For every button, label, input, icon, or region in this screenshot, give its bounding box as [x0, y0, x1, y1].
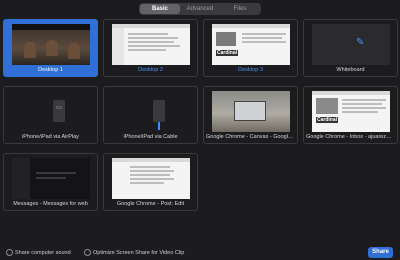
cable-icon	[158, 122, 160, 130]
share-sound-label: Share computer sound	[15, 250, 71, 256]
chrome-inbox-thumbnail: Cardinal	[312, 91, 390, 132]
share-tabs: Basic Advanced Files	[139, 3, 261, 15]
tab-basic[interactable]: Basic	[140, 4, 180, 14]
source-desktop-2[interactable]: Desktop 2	[103, 19, 198, 77]
source-desktop-3[interactable]: Cardinal Desktop 3	[203, 19, 298, 77]
source-desktop-1[interactable]: Desktop 1	[3, 19, 98, 77]
source-airplay[interactable]: ▭ iPhone/iPad via AirPlay	[3, 86, 98, 144]
source-messages[interactable]: Messages - Messages for web	[3, 153, 98, 211]
source-chrome-inbox[interactable]: Cardinal Google Chrome - Inbox - ajuarez…	[303, 86, 398, 144]
source-chrome-post[interactable]: Google Chrome - Post: Edit	[103, 153, 198, 211]
tab-advanced[interactable]: Advanced	[180, 4, 220, 14]
share-footer: Share computer sound Optimize Screen Sha…	[0, 246, 400, 260]
source-label: Google Chrome - Post: Edit	[116, 201, 185, 207]
messages-thumbnail	[12, 158, 90, 199]
source-label: Desktop 1	[38, 67, 63, 73]
airplay-icon: ▭	[53, 100, 65, 122]
chrome-canvas-thumbnail	[212, 91, 290, 132]
source-label: Whiteboard	[336, 67, 365, 73]
share-source-grid: Desktop 1 Desktop 2 Cardinal Desktop 3 ✎	[3, 19, 398, 245]
tab-files[interactable]: Files	[220, 4, 260, 14]
cable-thumbnail	[112, 91, 190, 132]
share-sound-checkbox[interactable]	[6, 249, 13, 256]
source-cable[interactable]: iPhone/iPad via Cable	[103, 86, 198, 144]
whiteboard-thumbnail: ✎	[312, 24, 390, 65]
source-chrome-canvas[interactable]: Google Chrome - Canvas - Google...	[203, 86, 298, 144]
chrome-post-thumbnail	[112, 158, 190, 199]
source-label: iPhone/iPad via Cable	[123, 134, 178, 140]
source-label: iPhone/iPad via AirPlay	[22, 134, 79, 140]
desktop-2-thumbnail	[112, 24, 190, 65]
source-whiteboard[interactable]: ✎ Whiteboard	[303, 19, 398, 77]
source-label: Google Chrome - Inbox - ajuarez@...	[306, 134, 395, 140]
share-button[interactable]: Share	[368, 247, 393, 258]
optimize-clip-label: Optimize Screen Share for Video Clip	[93, 250, 185, 256]
source-label: Google Chrome - Canvas - Google...	[206, 134, 295, 140]
source-label: Desktop 2	[138, 67, 163, 73]
thumb-label: Cardinal	[316, 117, 339, 123]
thumb-label: Cardinal	[216, 50, 239, 56]
optimize-clip-checkbox[interactable]	[84, 249, 91, 256]
airplay-thumbnail: ▭	[12, 91, 90, 132]
desktop-1-thumbnail	[12, 24, 90, 65]
desktop-3-thumbnail: Cardinal	[212, 24, 290, 65]
source-label: Desktop 3	[238, 67, 263, 73]
pencil-icon: ✎	[356, 37, 365, 48]
source-label: Messages - Messages for web	[13, 201, 88, 207]
phone-icon	[153, 100, 165, 122]
